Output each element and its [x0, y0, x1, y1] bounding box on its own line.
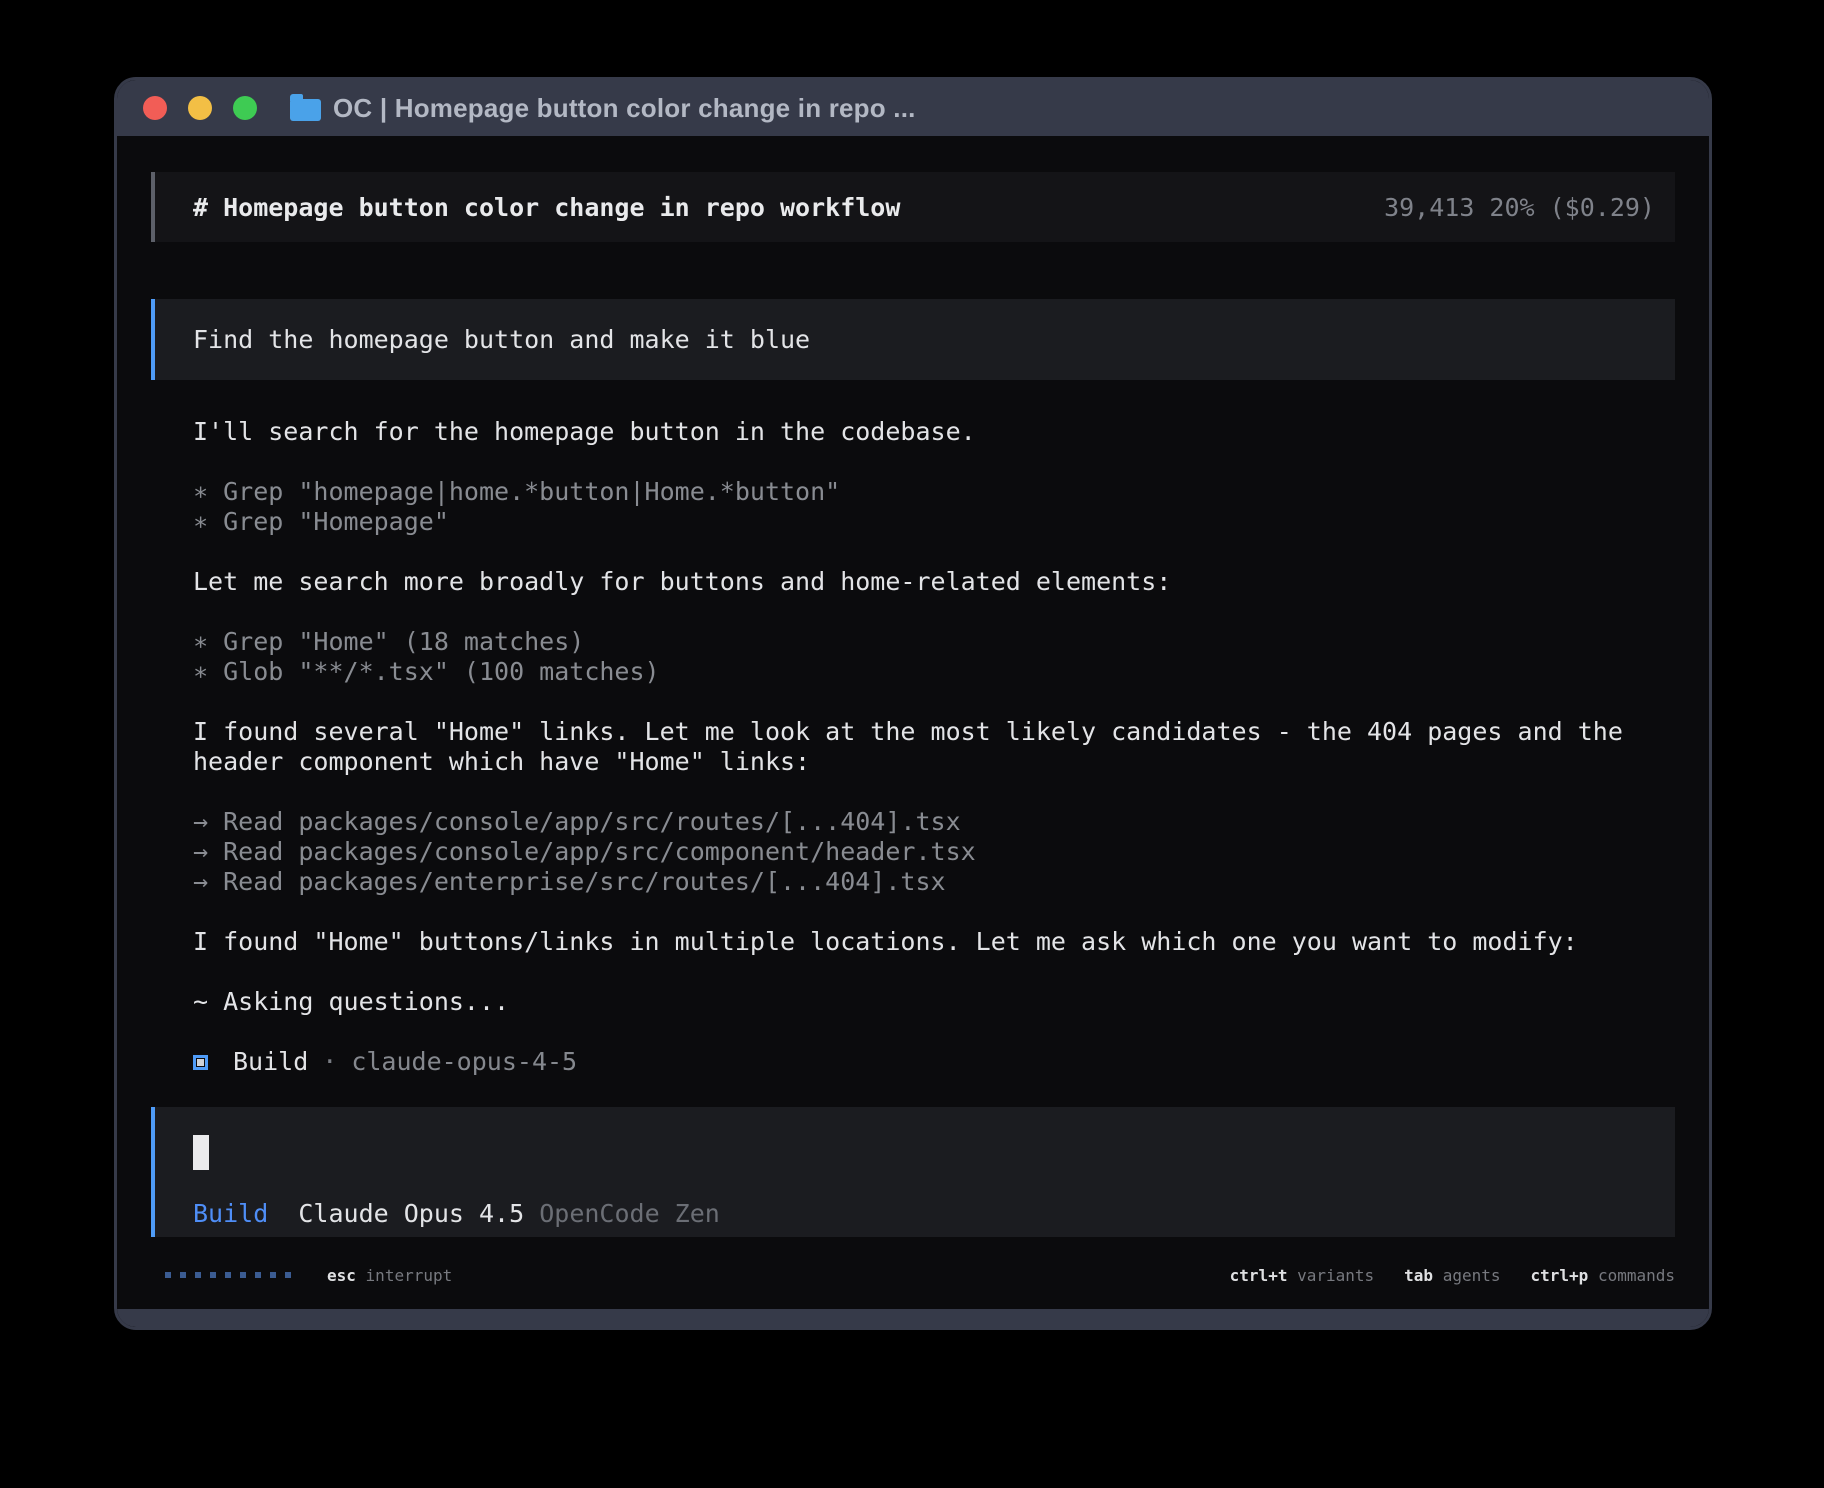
- minimize-window-button[interactable]: [188, 96, 212, 120]
- transcript-line: I'll search for the homepage button in t…: [193, 417, 1675, 447]
- window-title: OC | Homepage button color change in rep…: [333, 93, 916, 124]
- titlebar[interactable]: OC | Homepage button color change in rep…: [117, 80, 1709, 136]
- input-provider-label: OpenCode Zen: [539, 1199, 720, 1228]
- transcript-line: Let me search more broadly for buttons a…: [193, 567, 1675, 597]
- transcript-line: ∗ Grep "Homepage": [193, 507, 1675, 537]
- statusbar: esc interrupt ctrl+t variants tab agents…: [117, 1237, 1709, 1313]
- spinner-dots: [165, 1272, 291, 1278]
- input-model-label[interactable]: Claude Opus 4.5: [298, 1199, 524, 1228]
- transcript-line: ∗ Glob "**/*.tsx" (100 matches): [193, 657, 1675, 687]
- agent-name: Build: [233, 1047, 308, 1077]
- transcript-line: ∗ Grep "homepage|home.*button|Home.*butt…: [193, 477, 1675, 507]
- transcript-line: → Read packages/enterprise/src/routes/[.…: [193, 867, 1675, 897]
- agent-model: claude-opus-4-5: [351, 1047, 577, 1077]
- session-title: # Homepage button color change in repo w…: [193, 193, 900, 222]
- prompt-input[interactable]: Build Claude Opus 4.5 OpenCode Zen: [151, 1107, 1675, 1237]
- transcript-gap: [193, 447, 1675, 477]
- hint-interrupt: esc interrupt: [327, 1266, 452, 1285]
- transcript-gap: [193, 957, 1675, 987]
- transcript-line: ∗ Grep "Home" (18 matches): [193, 627, 1675, 657]
- session-header: # Homepage button color change in repo w…: [151, 172, 1675, 242]
- transcript-line: → Read packages/console/app/src/routes/[…: [193, 807, 1675, 837]
- transcript-line: ~ Asking questions...: [193, 987, 1675, 1017]
- input-meta-row: Build Claude Opus 4.5 OpenCode Zen: [193, 1199, 1637, 1229]
- transcript-line: header component which have "Home" links…: [193, 747, 1675, 777]
- transcript-gap: [193, 597, 1675, 627]
- transcript-gap: [193, 687, 1675, 717]
- window-bottom-chrome: [117, 1309, 1709, 1327]
- session-token-stats: 39,413 20% ($0.29): [1384, 193, 1655, 222]
- hint-variants[interactable]: ctrl+t variants: [1230, 1266, 1375, 1285]
- transcript-line: I found several "Home" links. Let me loo…: [193, 717, 1675, 747]
- titlebar-title-group: OC | Homepage button color change in rep…: [290, 93, 916, 124]
- zoom-window-button[interactable]: [233, 96, 257, 120]
- hint-agents[interactable]: tab agents: [1404, 1266, 1500, 1285]
- user-message-text: Find the homepage button and make it blu…: [193, 325, 810, 354]
- session-content: # Homepage button color change in repo w…: [117, 172, 1709, 1237]
- statusbar-left: esc interrupt: [151, 1266, 452, 1285]
- transcript-line: I found "Home" buttons/links in multiple…: [193, 927, 1675, 957]
- close-window-button[interactable]: [143, 96, 167, 120]
- agent-status-row: Build · claude-opus-4-5: [193, 1047, 1675, 1077]
- transcript-gap: [193, 777, 1675, 807]
- input-mode-label[interactable]: Build: [193, 1199, 268, 1228]
- traffic-lights: [143, 96, 257, 120]
- assistant-transcript: I'll search for the homepage button in t…: [151, 417, 1675, 1077]
- text-cursor: [193, 1135, 209, 1170]
- user-message: Find the homepage button and make it blu…: [151, 299, 1675, 380]
- statusbar-right: ctrl+t variants tab agents ctrl+p comman…: [1230, 1266, 1675, 1285]
- transcript-line: → Read packages/console/app/src/componen…: [193, 837, 1675, 867]
- transcript-gap: [193, 897, 1675, 927]
- transcript-gap: [193, 1017, 1675, 1047]
- terminal-window: OC | Homepage button color change in rep…: [114, 77, 1712, 1330]
- folder-icon: [290, 99, 321, 121]
- agent-separator: ·: [322, 1047, 337, 1077]
- hint-commands[interactable]: ctrl+p commands: [1531, 1266, 1676, 1285]
- agent-build-icon: [193, 1055, 208, 1070]
- transcript-gap: [193, 537, 1675, 567]
